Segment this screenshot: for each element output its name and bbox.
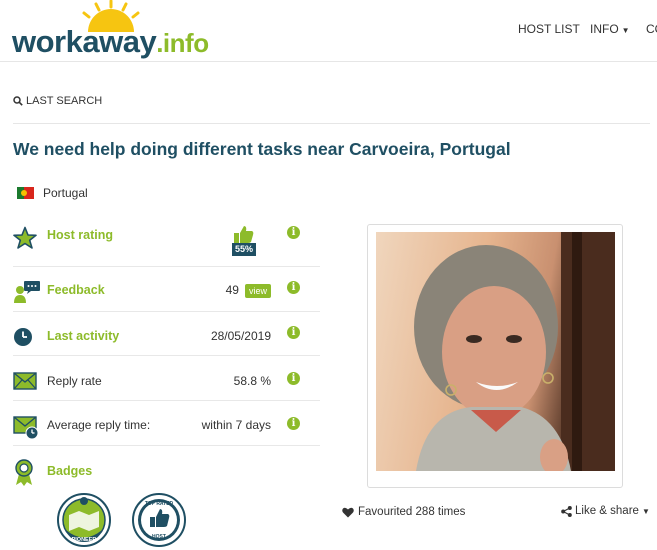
page-title: We need help doing different tasks near … bbox=[13, 139, 511, 159]
last-search-label: LAST SEARCH bbox=[26, 95, 103, 107]
host-rating-row: Host rating bbox=[13, 225, 320, 265]
like-share-label: Like & share bbox=[575, 505, 639, 517]
share-icon bbox=[561, 505, 572, 517]
badges-label: Badges bbox=[47, 464, 93, 478]
country-tag: Portugal bbox=[17, 186, 88, 200]
like-share-button[interactable]: Like & share ▼ bbox=[561, 505, 650, 517]
heart-icon bbox=[342, 507, 354, 517]
envelope-clock-icon bbox=[13, 416, 39, 440]
svg-text:PIONEER: PIONEER bbox=[72, 537, 97, 543]
badges-row: Badges bbox=[13, 458, 320, 488]
row-divider bbox=[13, 266, 320, 267]
reply-rate-row: Reply rate 58.8 % bbox=[13, 369, 320, 399]
favourited-label: Favourited 288 times bbox=[358, 506, 466, 518]
host-rating-label: Host rating bbox=[47, 228, 113, 242]
star-icon bbox=[13, 226, 37, 249]
envelope-icon bbox=[13, 372, 37, 390]
top-rated-host-badge[interactable]: TOP RATED HOST bbox=[132, 493, 186, 547]
svg-text:HOST: HOST bbox=[152, 534, 166, 540]
last-activity-label: Last activity bbox=[47, 329, 120, 343]
svg-text:TOP RATED: TOP RATED bbox=[145, 501, 174, 507]
nav-info[interactable]: INFO ▼ bbox=[590, 22, 630, 36]
host-rating-info-icon[interactable]: i bbox=[287, 226, 300, 239]
reply-rate-info-icon[interactable]: i bbox=[287, 372, 300, 385]
rosette-icon bbox=[15, 459, 33, 486]
caret-down-icon: ▼ bbox=[641, 506, 650, 516]
feedback-info-icon[interactable]: i bbox=[287, 281, 300, 294]
portugal-flag-icon bbox=[17, 187, 34, 199]
thumbs-up-icon bbox=[234, 226, 254, 243]
last-search-link[interactable]: LAST SEARCH bbox=[13, 95, 102, 107]
average-reply-row: Average reply time: within 7 days bbox=[13, 413, 320, 443]
search-icon bbox=[13, 96, 23, 106]
last-activity-value: 28/05/2019 bbox=[210, 329, 271, 343]
feedback-row: Feedback 49 view bbox=[13, 279, 320, 313]
host-photo-card[interactable] bbox=[367, 224, 623, 488]
divider bbox=[13, 123, 650, 124]
reply-rate-label: Reply rate bbox=[47, 374, 102, 388]
row-divider bbox=[13, 445, 320, 446]
feedback-label: Feedback bbox=[47, 283, 105, 297]
feedback-chat-icon bbox=[14, 281, 40, 303]
average-reply-label: Average reply time: bbox=[47, 418, 151, 432]
workaway-logo[interactable]: workaway.info bbox=[12, 0, 209, 60]
feedback-view-button[interactable]: view bbox=[244, 283, 271, 298]
host-photo[interactable] bbox=[376, 232, 615, 471]
reply-rate-value: 58.8 % bbox=[233, 374, 271, 388]
rating-thumb: 55% bbox=[232, 225, 258, 257]
nav-host-list[interactable]: HOST LIST bbox=[518, 22, 580, 36]
country-label: Portugal bbox=[43, 186, 88, 200]
last-activity-row: Last activity 28/05/2019 bbox=[13, 325, 320, 355]
logo-text: workaway.info bbox=[12, 24, 209, 59]
feedback-count: 49 bbox=[225, 283, 239, 297]
favourited-link[interactable]: Favourited 288 times bbox=[342, 506, 465, 518]
average-reply-value: within 7 days bbox=[201, 418, 271, 432]
caret-down-icon: ▼ bbox=[621, 26, 630, 35]
site-header: workaway.info HOST LIST INFO▼ CO bbox=[0, 0, 657, 62]
host-rating-percent: 55% bbox=[232, 243, 256, 256]
clock-icon bbox=[14, 328, 32, 346]
pioneer-badge[interactable]: PIONEER bbox=[57, 493, 111, 547]
last-activity-info-icon[interactable]: i bbox=[287, 326, 300, 339]
row-divider bbox=[13, 311, 320, 312]
row-divider bbox=[13, 355, 320, 356]
average-reply-info-icon[interactable]: i bbox=[287, 417, 300, 430]
nav-co[interactable]: CO bbox=[646, 22, 657, 36]
host-photo-image bbox=[414, 232, 615, 471]
row-divider bbox=[13, 400, 320, 401]
